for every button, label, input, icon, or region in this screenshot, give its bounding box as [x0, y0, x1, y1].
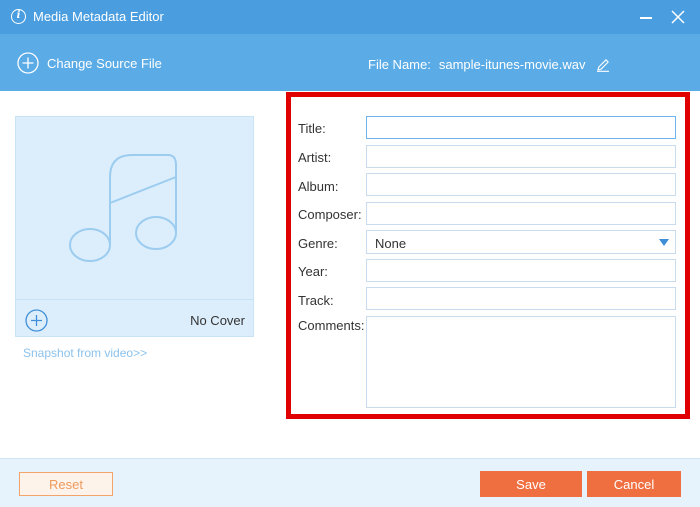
- artist-label: Artist:: [298, 150, 332, 165]
- title-field[interactable]: [366, 116, 676, 139]
- save-button[interactable]: Save: [480, 471, 582, 497]
- title-label: Title:: [298, 121, 326, 136]
- comments-label: Comments:: [298, 318, 365, 333]
- artist-field[interactable]: [366, 145, 676, 168]
- file-name-display: File Name: sample-itunes-movie.wav: [368, 57, 610, 72]
- genre-value: None: [375, 236, 407, 251]
- genre-dropdown[interactable]: None: [366, 230, 676, 254]
- comments-field[interactable]: [366, 316, 676, 408]
- minimize-button[interactable]: [636, 8, 656, 26]
- track-field[interactable]: [366, 287, 676, 310]
- pencil-icon[interactable]: [596, 58, 610, 72]
- close-icon: [671, 10, 685, 24]
- genre-label: Genre:: [298, 236, 338, 251]
- no-cover-label: No Cover: [190, 313, 245, 328]
- cover-art-panel: No Cover: [15, 116, 254, 337]
- music-note-icon: [69, 154, 177, 262]
- composer-field[interactable]: [366, 202, 676, 225]
- album-label: Album:: [298, 179, 339, 194]
- info-icon: i: [11, 9, 26, 24]
- cover-footer: No Cover: [16, 299, 253, 336]
- plus-circle-icon: [17, 52, 39, 74]
- title-bar: i Media Metadata Editor: [0, 0, 700, 34]
- snapshot-from-video-link[interactable]: Snapshot from video>>: [23, 346, 147, 360]
- file-name-value: sample-itunes-movie.wav: [438, 57, 586, 72]
- change-source-file-label: Change Source File: [47, 55, 162, 71]
- track-label: Track:: [298, 293, 334, 308]
- reset-button[interactable]: Reset: [19, 472, 113, 496]
- close-button[interactable]: [668, 7, 688, 27]
- album-field[interactable]: [366, 173, 676, 196]
- footer-bar: Reset Save Cancel: [0, 458, 700, 507]
- year-label: Year:: [298, 264, 328, 279]
- window-title: Media Metadata Editor: [33, 9, 164, 24]
- add-cover-button[interactable]: [25, 309, 48, 332]
- cancel-button[interactable]: Cancel: [587, 471, 681, 497]
- toolbar: Change Source File File Name: sample-itu…: [0, 34, 700, 91]
- year-field[interactable]: [366, 259, 676, 282]
- chevron-down-icon: [659, 239, 669, 246]
- composer-label: Composer:: [298, 207, 362, 222]
- change-source-file-button[interactable]: Change Source File: [17, 52, 162, 74]
- file-name-label: File Name:: [368, 57, 431, 72]
